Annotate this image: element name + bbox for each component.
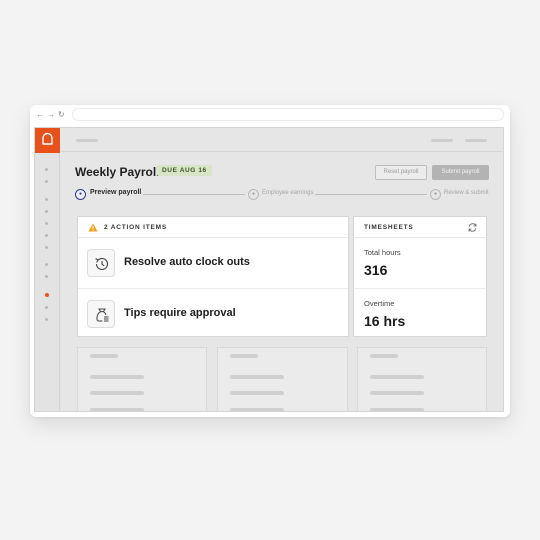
page-title: Weekly Payroll: [75, 165, 160, 179]
history-clock-icon: [87, 249, 115, 277]
timesheets-title: TIMESHEETS: [364, 224, 414, 231]
skeleton-line: [90, 354, 118, 358]
placeholder-card: [217, 347, 348, 411]
sidebar-item-payroll-active[interactable]: [44, 293, 49, 297]
sidebar-item[interactable]: [45, 234, 48, 237]
skeleton-line: [370, 408, 424, 411]
total-hours-value: 316: [364, 262, 388, 278]
placeholder-card: [77, 347, 207, 411]
sidebar-item[interactable]: [45, 222, 48, 225]
skeleton-line: [90, 408, 144, 411]
reload-icon[interactable]: ↻: [58, 109, 65, 121]
topbar-placeholder: [76, 139, 98, 142]
action-items-header: 2 ACTION ITEMS: [78, 217, 348, 238]
skeleton-line: [370, 375, 424, 379]
brand-logo[interactable]: [35, 128, 60, 153]
refresh-icon[interactable]: [467, 222, 478, 233]
money-bag-icon: [87, 300, 115, 328]
action-item-row[interactable]: Tips require approval: [78, 288, 348, 338]
step-indicator: ●: [430, 189, 441, 200]
sidebar-item[interactable]: [45, 263, 48, 266]
step-connector: [315, 194, 427, 195]
action-item-row[interactable]: Resolve auto clock outs: [78, 238, 348, 288]
action-item-label: Resolve auto clock outs: [124, 256, 250, 268]
total-hours-label: Total hours: [364, 248, 401, 257]
sidebar: [35, 128, 60, 411]
sidebar-item[interactable]: [45, 210, 48, 213]
sidebar-item[interactable]: [45, 246, 48, 249]
skeleton-line: [370, 354, 398, 358]
due-date-badge: DUE AUG 16: [157, 165, 212, 176]
skeleton-line: [230, 375, 284, 379]
submit-payroll-button[interactable]: Submit payroll: [432, 165, 489, 180]
sidebar-item[interactable]: [45, 318, 48, 321]
step-label[interactable]: Preview payroll: [90, 189, 141, 196]
sidebar-item[interactable]: [45, 306, 48, 309]
sidebar-item[interactable]: [45, 180, 48, 183]
action-item-label: Tips require approval: [124, 307, 236, 319]
sidebar-item[interactable]: [45, 168, 48, 171]
placeholder-card: [357, 347, 487, 411]
forward-arrow-icon[interactable]: →: [47, 109, 55, 121]
warning-icon: [88, 223, 98, 232]
step-label[interactable]: Employee earnings: [262, 190, 313, 196]
skeleton-line: [230, 391, 284, 395]
skeleton-line: [90, 375, 144, 379]
topbar-placeholder: [431, 139, 453, 142]
timesheets-card: TIMESHEETS Total hours 316 Overtime 16 h…: [353, 216, 487, 337]
skeleton-line: [230, 408, 284, 411]
sidebar-item[interactable]: [45, 198, 48, 201]
step-current-indicator: ●: [75, 189, 86, 200]
address-bar[interactable]: [72, 108, 504, 121]
step-label[interactable]: Review & submit: [444, 190, 489, 196]
step-connector: [143, 194, 245, 195]
timesheets-header: TIMESHEETS: [354, 217, 486, 238]
overtime-section: Overtime 16 hrs: [354, 288, 486, 338]
browser-toolbar: ← → ↻: [30, 105, 510, 125]
topbar-placeholder: [465, 139, 487, 142]
back-arrow-icon[interactable]: ←: [36, 109, 44, 121]
toast-logo-icon: [42, 132, 53, 145]
skeleton-line: [370, 391, 424, 395]
total-hours-section: Total hours 316: [354, 238, 486, 288]
step-indicator: ●: [248, 189, 259, 200]
skeleton-line: [90, 391, 144, 395]
skeleton-line: [230, 354, 258, 358]
app-frame: Weekly Payroll DUE AUG 16 Reset payroll …: [34, 127, 504, 412]
overtime-label: Overtime: [364, 299, 395, 308]
top-bar: [61, 128, 503, 152]
overtime-value: 16 hrs: [364, 313, 406, 329]
action-items-card: 2 ACTION ITEMS Resolve auto clock outs T…: [77, 216, 349, 337]
sidebar-item[interactable]: [45, 275, 48, 278]
reset-payroll-button[interactable]: Reset payroll: [375, 165, 427, 180]
action-items-title: 2 ACTION ITEMS: [104, 224, 167, 231]
browser-window: ← → ↻ Weekly Payroll DUE AUG 16 Reset pa…: [30, 105, 510, 417]
